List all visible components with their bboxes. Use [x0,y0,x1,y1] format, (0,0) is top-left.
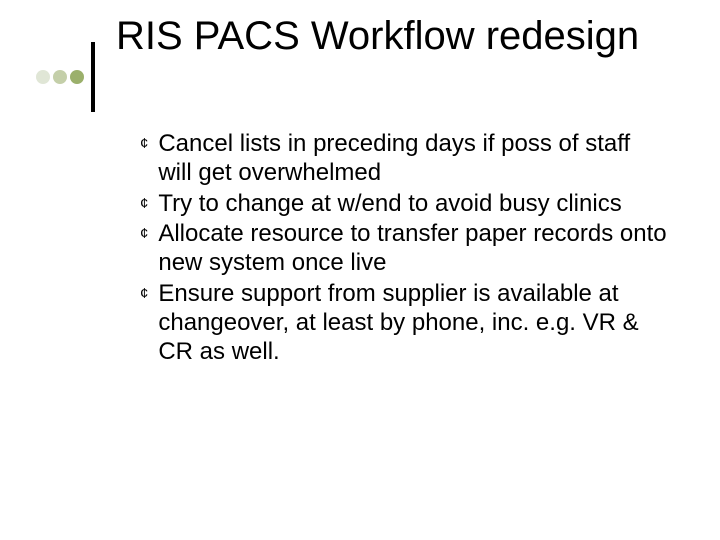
list-item: ¢ Allocate resource to transfer paper re… [140,220,670,278]
title-decor [36,42,95,112]
slide-body: ¢ Cancel lists in preceding days if poss… [140,130,670,368]
list-item-text: Try to change at w/end to avoid busy cli… [158,190,670,219]
slide: RIS PACS Workflow redesign ¢ Cancel list… [0,0,720,540]
decor-dot-1 [36,70,50,84]
bullet-icon: ¢ [140,130,148,158]
slide-title: RIS PACS Workflow redesign [116,14,676,58]
list-item-text: Ensure support from supplier is availabl… [158,280,670,366]
bullet-icon: ¢ [140,280,148,308]
list-item: ¢ Ensure support from supplier is availa… [140,280,670,366]
list-item: ¢ Cancel lists in preceding days if poss… [140,130,670,188]
decor-vertical-line [91,42,95,112]
decor-dot-3 [70,70,84,84]
list-item-text: Cancel lists in preceding days if poss o… [158,130,670,188]
bullet-icon: ¢ [140,190,148,218]
list-item-text: Allocate resource to transfer paper reco… [158,220,670,278]
bullet-icon: ¢ [140,220,148,248]
list-item: ¢ Try to change at w/end to avoid busy c… [140,190,670,219]
decor-dot-2 [53,70,67,84]
